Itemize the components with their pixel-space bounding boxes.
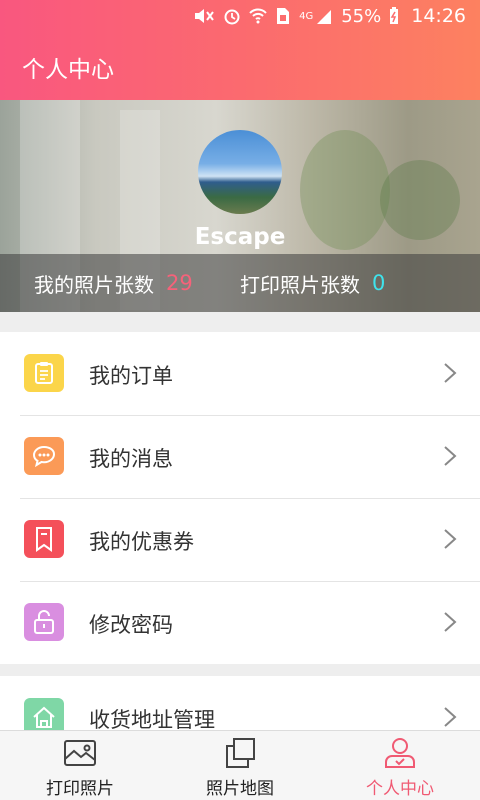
printed-photos-count: 0	[372, 271, 386, 295]
screen: 4G 55% 14:26 个人中心 Escape 我的照片张数 29 打印照片张…	[0, 0, 480, 800]
chevron-right-icon	[444, 446, 457, 466]
clipboard-icon	[24, 354, 64, 392]
tab-print-photos[interactable]: 打印照片	[0, 731, 160, 800]
menu-list: 我的订单 我的消息 我的优惠券 修改密码	[0, 332, 480, 664]
tab-profile[interactable]: 个人中心	[320, 731, 480, 800]
menu-item-coupons[interactable]: 我的优惠券	[0, 498, 480, 581]
tab-label: 打印照片	[46, 779, 114, 799]
menu-item-label: 我的消息	[89, 447, 173, 471]
page-title: 个人中心	[22, 57, 114, 83]
chevron-right-icon	[444, 363, 457, 383]
photo-icon	[64, 740, 96, 766]
wifi-icon	[249, 7, 267, 25]
tab-label: 照片地图	[206, 779, 274, 799]
user-icon	[385, 738, 415, 768]
tab-photo-map[interactable]: 照片地图	[160, 731, 320, 800]
chevron-right-icon	[444, 707, 457, 727]
avatar[interactable]	[198, 130, 282, 214]
battery-icon	[389, 7, 399, 25]
menu-item-address[interactable]: 收货地址管理	[0, 676, 480, 736]
menu-item-label: 我的优惠券	[89, 530, 194, 554]
signal-icon: 4G	[299, 8, 333, 24]
username: Escape	[194, 224, 286, 250]
menu-item-change-password[interactable]: 修改密码	[0, 581, 480, 664]
menu-item-orders[interactable]: 我的订单	[0, 332, 480, 415]
app-header: 4G 55% 14:26 个人中心	[0, 0, 480, 100]
chevron-right-icon	[444, 612, 457, 632]
menu-list-secondary: 收货地址管理	[0, 676, 480, 736]
my-photos-stat: 我的照片张数 29	[34, 269, 193, 298]
battery-percent: 55%	[341, 5, 382, 27]
bottom-nav: 打印照片 照片地图 个人中心	[0, 730, 480, 800]
mute-icon	[193, 7, 215, 25]
chevron-right-icon	[444, 529, 457, 549]
profile-banner: Escape 我的照片张数 29 打印照片张数 0	[0, 100, 480, 312]
menu-item-label: 修改密码	[89, 613, 173, 637]
bookmark-icon	[24, 520, 64, 558]
tab-label: 个人中心	[366, 779, 434, 799]
menu-item-messages[interactable]: 我的消息	[0, 415, 480, 498]
clock: 14:26	[411, 5, 466, 27]
printed-photos-label: 打印照片张数	[240, 272, 360, 297]
my-photos-count: 29	[166, 271, 193, 295]
stack-icon	[226, 738, 255, 768]
chat-bubble-icon	[24, 437, 64, 475]
lock-icon	[24, 603, 64, 641]
alarm-icon	[223, 7, 241, 25]
printed-photos-stat: 打印照片张数 0	[240, 269, 385, 298]
my-photos-label: 我的照片张数	[34, 272, 154, 297]
menu-item-label: 我的订单	[89, 364, 173, 388]
sim-card-icon	[275, 7, 291, 25]
photo-stats: 我的照片张数 29 打印照片张数 0	[0, 254, 480, 312]
status-bar: 4G 55% 14:26	[0, 0, 480, 32]
